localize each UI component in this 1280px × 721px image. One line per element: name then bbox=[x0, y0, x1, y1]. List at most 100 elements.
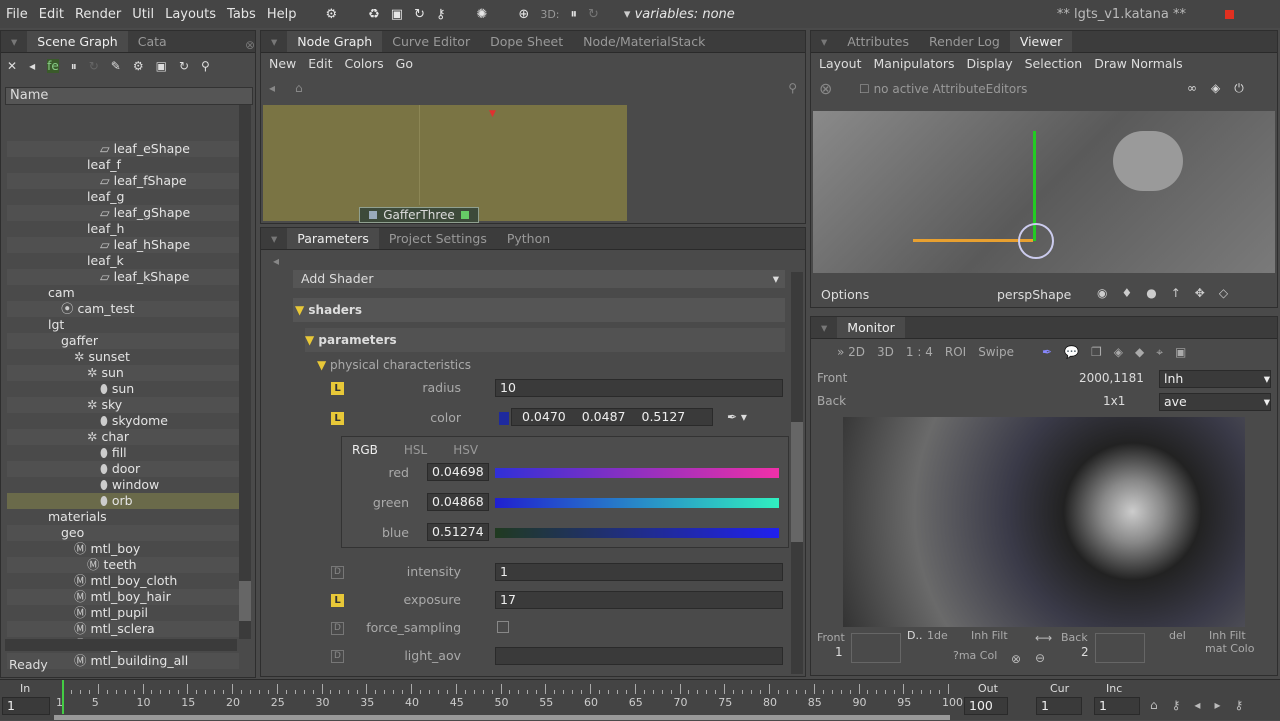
stop-render-button[interactable] bbox=[1225, 9, 1234, 19]
light-icon[interactable]: ♦ bbox=[1121, 286, 1132, 300]
rotate-icon[interactable]: ↻ bbox=[414, 7, 425, 22]
menu-new[interactable]: New bbox=[269, 56, 296, 71]
tab-attributes[interactable]: Attributes bbox=[837, 31, 919, 52]
tree-item[interactable]: leaf_h bbox=[87, 221, 124, 237]
eye-icon[interactable]: ◉ bbox=[1097, 286, 1107, 300]
tab-curve-editor[interactable]: Curve Editor bbox=[382, 31, 480, 52]
tab-scene-graph[interactable]: Scene Graph bbox=[27, 31, 128, 52]
panel-menu-icon[interactable]: ▾ bbox=[261, 31, 287, 52]
tree-item[interactable]: leaf_g bbox=[87, 189, 124, 205]
play-icon[interactable]: ▸ bbox=[1214, 698, 1220, 712]
tree-item[interactable]: Ⓜ mtl_sclera bbox=[74, 621, 155, 637]
3d-viewport[interactable] bbox=[813, 111, 1275, 273]
menu-layouts[interactable]: Layouts bbox=[165, 7, 216, 22]
menu-edit[interactable]: Edit bbox=[308, 56, 332, 71]
tree-item[interactable]: Ⓜ teeth bbox=[87, 557, 137, 573]
eyedropper-icon[interactable]: ✒ bbox=[1042, 345, 1052, 359]
panel-menu-icon[interactable]: ▾ bbox=[811, 31, 837, 52]
de-label[interactable]: 1de bbox=[927, 629, 948, 642]
tree-item[interactable]: ▱ leaf_fShape bbox=[100, 173, 187, 189]
tab-project-settings[interactable]: Project Settings bbox=[379, 228, 497, 249]
refresh-icon[interactable]: ↻ bbox=[89, 59, 99, 73]
network-icon[interactable]: ✺ bbox=[477, 7, 488, 22]
close-icon[interactable]: ⊗ bbox=[245, 38, 255, 52]
del-label[interactable]: del bbox=[1169, 629, 1186, 642]
tree-item[interactable]: ✲ sun bbox=[87, 365, 124, 381]
zoom-selector[interactable]: 1 : 4 bbox=[906, 345, 933, 359]
tree-item[interactable]: ⬮ door bbox=[100, 461, 140, 477]
back-icon[interactable]: ◂ bbox=[269, 81, 275, 95]
settings-icon[interactable]: ⚙ bbox=[133, 59, 144, 73]
tree-item[interactable]: ▱ leaf_gShape bbox=[100, 205, 190, 221]
tree-item[interactable]: materials bbox=[48, 509, 107, 525]
current-frame-marker[interactable] bbox=[62, 680, 64, 714]
target-icon[interactable]: ⊕ bbox=[518, 7, 529, 22]
tab-catalog[interactable]: Cata bbox=[128, 31, 177, 52]
light-aov-input[interactable] bbox=[495, 647, 783, 665]
record-icon[interactable]: ● bbox=[1146, 286, 1156, 300]
tree-item[interactable]: ⬮ window bbox=[100, 477, 159, 493]
prev-key-icon[interactable]: ⚷ bbox=[1172, 698, 1181, 712]
panel-menu-icon[interactable]: ▾ bbox=[811, 317, 837, 338]
menu-tabs[interactable]: Tabs bbox=[227, 7, 256, 22]
pause-icon[interactable]: ⏸ bbox=[571, 7, 578, 22]
force-sampling-checkbox[interactable] bbox=[497, 621, 509, 633]
menu-help[interactable]: Help bbox=[267, 7, 297, 22]
rotate-icon[interactable]: ↻ bbox=[179, 59, 189, 73]
tree-item[interactable]: Ⓜ mtl_boy bbox=[74, 541, 140, 557]
orb-light[interactable] bbox=[1018, 223, 1054, 259]
tab-node-graph[interactable]: Node Graph bbox=[287, 31, 383, 52]
menu-draw-normals[interactable]: Draw Normals bbox=[1094, 56, 1182, 71]
eyedropper-icon[interactable]: ✒ ▾ bbox=[727, 410, 747, 424]
tab-hsl[interactable]: HSL bbox=[404, 443, 427, 457]
back-thumbnail[interactable] bbox=[1095, 633, 1145, 663]
local-badge[interactable]: L bbox=[331, 594, 344, 607]
render-image[interactable] bbox=[843, 417, 1245, 627]
swipe-toggle[interactable]: Swipe bbox=[978, 345, 1014, 359]
name-column-header[interactable]: Name bbox=[5, 87, 253, 105]
tree-item[interactable]: Ⓜ mtl_building_all bbox=[74, 653, 188, 669]
cur-input[interactable]: 1 bbox=[1036, 697, 1082, 715]
tree-hscrollbar[interactable] bbox=[5, 639, 237, 651]
default-badge[interactable]: D bbox=[331, 650, 344, 663]
tree-item[interactable]: ⬮ fill bbox=[100, 445, 127, 461]
default-badge[interactable]: D bbox=[331, 622, 344, 635]
exposure-input[interactable]: 17 bbox=[495, 591, 783, 609]
back-mode-dropdown[interactable]: ave ▾ bbox=[1159, 393, 1271, 411]
roi-toggle[interactable]: ROI bbox=[945, 345, 966, 359]
3d-toggle[interactable]: 3D bbox=[877, 345, 894, 359]
tree-item[interactable]: gaffer bbox=[61, 333, 98, 349]
glasses-icon[interactable]: ∞ bbox=[1187, 81, 1197, 96]
render-icon[interactable]: ▣ bbox=[156, 59, 167, 73]
tab-parameters[interactable]: Parameters bbox=[287, 228, 379, 249]
menu-render[interactable]: Render bbox=[75, 7, 121, 22]
pause-icon[interactable]: ⏸ bbox=[71, 59, 77, 74]
red-slider[interactable] bbox=[495, 468, 779, 478]
refresh-icon[interactable]: ↻ bbox=[588, 7, 599, 22]
node-graph-canvas[interactable]: ▼ GafferThree bbox=[263, 105, 627, 223]
tree-item[interactable]: ⬮ sun bbox=[100, 381, 134, 397]
render-icon[interactable]: ▣ bbox=[391, 7, 403, 22]
default-badge[interactable]: D bbox=[331, 566, 344, 579]
tree-item[interactable]: ⬮ skydome bbox=[100, 413, 168, 429]
power-icon[interactable]: ⏻ bbox=[1234, 81, 1244, 96]
menu-manipulators[interactable]: Manipulators bbox=[874, 56, 955, 71]
tree-item[interactable]: ▱ leaf_eShape bbox=[100, 141, 190, 157]
clear-icon[interactable]: ✕ bbox=[7, 59, 17, 73]
back-icon[interactable]: ◂ bbox=[29, 59, 35, 73]
tree-item[interactable]: ▱ leaf_hShape bbox=[100, 237, 190, 253]
menu-display[interactable]: Display bbox=[967, 56, 1013, 71]
diamond-icon[interactable]: ◇ bbox=[1219, 286, 1228, 300]
tab-hsv[interactable]: HSV bbox=[453, 443, 478, 457]
search-icon[interactable]: ⚲ bbox=[788, 81, 797, 95]
green-input[interactable]: 0.04868 bbox=[427, 493, 489, 511]
physical-group[interactable]: ▼ physical characteristics bbox=[317, 358, 471, 372]
2d-toggle[interactable]: » 2D bbox=[837, 345, 865, 359]
filter-toggle[interactable]: fe bbox=[47, 59, 59, 73]
overlay-icon[interactable]: ❐ bbox=[1091, 345, 1102, 359]
menu-edit[interactable]: Edit bbox=[39, 7, 64, 22]
menu-util[interactable]: Util bbox=[132, 7, 154, 22]
options-button[interactable]: Options bbox=[821, 287, 869, 302]
diamond-icon[interactable]: ◆ bbox=[1135, 345, 1144, 359]
tab-render-log[interactable]: Render Log bbox=[919, 31, 1010, 52]
